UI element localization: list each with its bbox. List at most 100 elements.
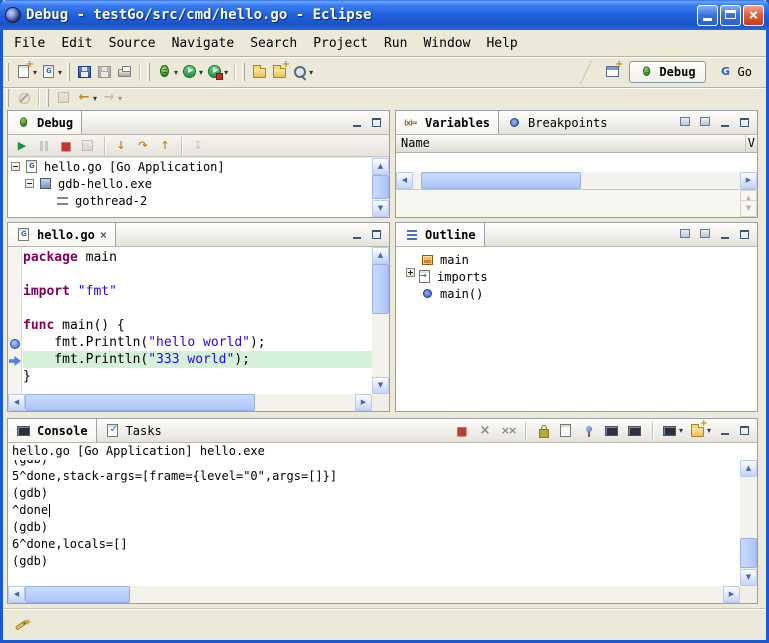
close-button[interactable] bbox=[743, 5, 764, 26]
terminate-button[interactable] bbox=[452, 419, 472, 443]
maximize-view-button[interactable] bbox=[736, 115, 753, 130]
console-body[interactable]: hello.go [Go Application] hello.exe (gdb… bbox=[8, 443, 757, 586]
scroll-right-button[interactable] bbox=[723, 586, 740, 603]
minimize-view-button[interactable] bbox=[716, 115, 733, 130]
print-button[interactable] bbox=[115, 60, 135, 84]
breakpoint-icon[interactable] bbox=[10, 339, 20, 349]
new-wizard-button[interactable]: + bbox=[14, 60, 39, 84]
expand-expander-icon[interactable] bbox=[406, 268, 415, 277]
minimize-view-button[interactable] bbox=[716, 227, 733, 242]
suspend-button[interactable] bbox=[34, 134, 54, 158]
scroll-thumb[interactable] bbox=[25, 586, 130, 603]
scroll-down-button[interactable] bbox=[740, 569, 757, 586]
tab-debug[interactable]: Debug bbox=[8, 111, 82, 134]
debug-tree-row[interactable]: gdb-hello.exe bbox=[8, 175, 372, 192]
minimize-view-button[interactable] bbox=[716, 423, 733, 438]
perspective-go-button[interactable]: G Go bbox=[712, 62, 758, 82]
scroll-left-button[interactable] bbox=[8, 586, 25, 603]
clear-console-button[interactable] bbox=[556, 419, 576, 443]
value-column-header[interactable]: V bbox=[745, 135, 757, 152]
tab-console[interactable]: Console bbox=[8, 419, 97, 442]
maximize-view-button[interactable] bbox=[736, 423, 753, 438]
run-dropdown-button[interactable] bbox=[180, 60, 205, 84]
variables-detail-pane[interactable] bbox=[396, 189, 757, 217]
scroll-thumb[interactable] bbox=[421, 172, 581, 189]
show-stderr-button[interactable] bbox=[625, 419, 645, 443]
maximize-view-button[interactable] bbox=[368, 227, 385, 242]
debug-tree-scrollbar[interactable] bbox=[372, 158, 389, 217]
new-go-element-button[interactable] bbox=[39, 60, 64, 84]
collapse-expander-icon[interactable] bbox=[11, 162, 20, 171]
scroll-up-button[interactable] bbox=[372, 158, 389, 175]
variables-hscrollbar[interactable] bbox=[396, 172, 757, 189]
editor-hscrollbar[interactable] bbox=[8, 394, 372, 411]
menu-source[interactable]: Source bbox=[101, 33, 164, 54]
scroll-left-button[interactable] bbox=[396, 172, 413, 189]
maximize-view-button[interactable] bbox=[736, 227, 753, 242]
display-selected-console-button[interactable] bbox=[660, 419, 685, 443]
tab-outline[interactable]: Outline bbox=[396, 223, 485, 246]
tab-tasks[interactable]: Tasks bbox=[97, 419, 170, 442]
drop-to-frame-button[interactable] bbox=[188, 134, 208, 158]
maximize-view-button[interactable] bbox=[368, 115, 385, 130]
tab-variables[interactable]: Variables bbox=[396, 111, 499, 134]
scroll-up-button[interactable] bbox=[372, 247, 389, 264]
menu-window[interactable]: Window bbox=[415, 33, 478, 54]
menu-file[interactable]: File bbox=[6, 33, 53, 54]
skip-all-breakpoints-button[interactable] bbox=[14, 86, 34, 110]
console-vscrollbar[interactable] bbox=[740, 460, 757, 586]
forward-history-button[interactable] bbox=[99, 86, 124, 110]
collapse-all-button[interactable] bbox=[696, 115, 713, 130]
remove-all-terminated-button[interactable] bbox=[498, 419, 518, 443]
scroll-left-button[interactable] bbox=[8, 394, 25, 411]
outline-item-main-func[interactable]: main() bbox=[396, 285, 757, 302]
variables-column-header[interactable]: Name V bbox=[396, 135, 757, 153]
code-area[interactable]: package main import "fmt" func main() { … bbox=[23, 247, 372, 394]
menu-run[interactable]: Run bbox=[376, 33, 415, 54]
scroll-right-button[interactable] bbox=[355, 394, 372, 411]
menu-project[interactable]: Project bbox=[305, 33, 376, 54]
scroll-up-button[interactable] bbox=[740, 460, 757, 477]
terminate-button[interactable] bbox=[56, 134, 76, 158]
open-console-button[interactable]: + bbox=[688, 419, 713, 443]
close-tab-icon[interactable] bbox=[100, 228, 107, 242]
scroll-down-button[interactable] bbox=[372, 200, 389, 217]
save-button[interactable] bbox=[75, 60, 95, 84]
step-over-button[interactable] bbox=[133, 134, 153, 158]
tab-breakpoints[interactable]: Breakpoints bbox=[499, 111, 615, 134]
step-return-button[interactable] bbox=[155, 134, 175, 158]
save-all-button[interactable] bbox=[95, 60, 115, 84]
console-output[interactable]: (gdb) 5^done,stack-args=[frame={level="0… bbox=[8, 460, 740, 586]
minimize-button[interactable] bbox=[697, 5, 718, 26]
scroll-thumb[interactable] bbox=[372, 264, 389, 314]
scroll-lock-button[interactable] bbox=[533, 419, 553, 443]
scroll-right-button[interactable] bbox=[740, 172, 757, 189]
menu-search[interactable]: Search bbox=[242, 33, 305, 54]
scroll-thumb[interactable] bbox=[740, 538, 757, 568]
debug-tree-row[interactable]: hello.go [Go Application] bbox=[8, 158, 372, 175]
annotation-ruler[interactable] bbox=[8, 247, 22, 394]
debug-tree-row[interactable]: gothread-2 bbox=[8, 192, 372, 209]
last-edit-location-button[interactable] bbox=[54, 86, 74, 110]
menu-navigate[interactable]: Navigate bbox=[164, 33, 243, 54]
outline-item-imports[interactable]: imports bbox=[396, 268, 757, 285]
name-column-header[interactable]: Name bbox=[396, 136, 430, 150]
debug-dropdown-button[interactable] bbox=[155, 60, 180, 84]
editor-vscrollbar[interactable] bbox=[372, 247, 389, 394]
pin-console-button[interactable] bbox=[579, 419, 599, 443]
menu-edit[interactable]: Edit bbox=[53, 33, 100, 54]
minimize-view-button[interactable] bbox=[348, 227, 365, 242]
scroll-down-button[interactable] bbox=[372, 377, 389, 394]
minimize-view-button[interactable] bbox=[348, 115, 365, 130]
maximize-button[interactable] bbox=[720, 5, 741, 26]
collapse-expander-icon[interactable] bbox=[25, 179, 34, 188]
scroll-thumb[interactable] bbox=[25, 394, 255, 411]
show-stdout-button[interactable] bbox=[602, 419, 622, 443]
console-hscrollbar[interactable] bbox=[8, 586, 740, 603]
sort-button[interactable] bbox=[696, 227, 713, 242]
menu-help[interactable]: Help bbox=[478, 33, 525, 54]
search-button[interactable] bbox=[290, 60, 315, 84]
open-resource-button[interactable]: + bbox=[270, 60, 290, 84]
outline-item-main[interactable]: main bbox=[396, 251, 757, 268]
editor-body[interactable]: package main import "fmt" func main() { … bbox=[8, 247, 372, 394]
